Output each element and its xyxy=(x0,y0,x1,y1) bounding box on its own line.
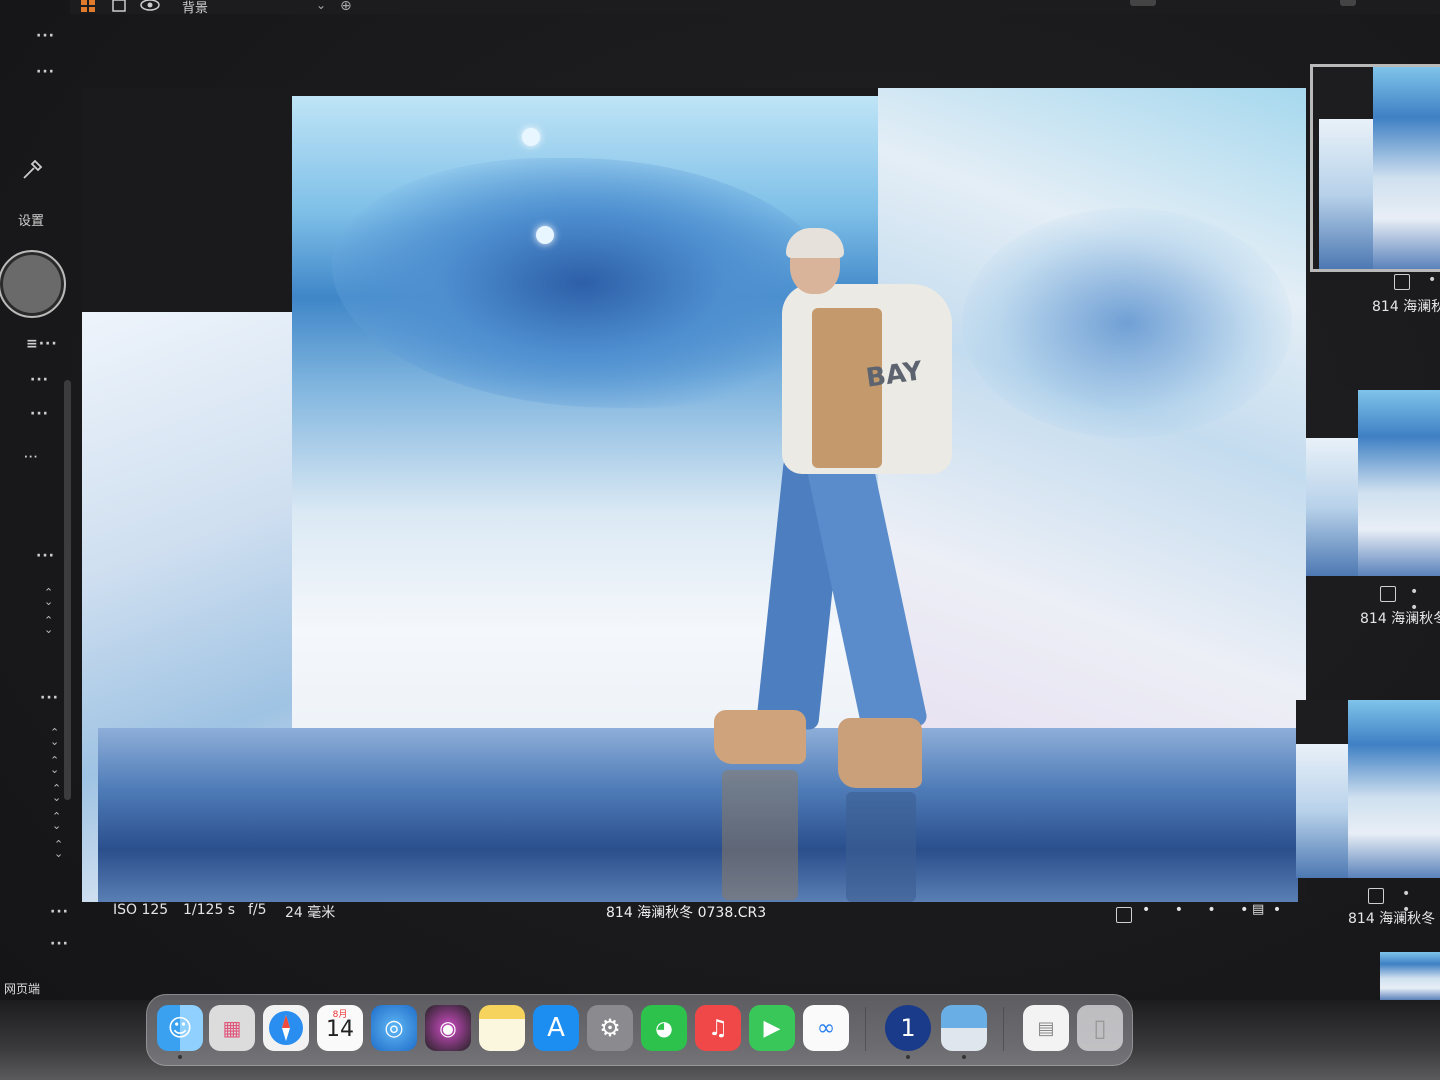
thumbnail-label: 814 海澜秋冬 xyxy=(1348,911,1436,927)
web-label[interactable]: 网页端 xyxy=(4,980,40,997)
stepper-icon[interactable]: ⌃ ⌄ xyxy=(44,587,53,607)
more-icon[interactable]: ··· xyxy=(50,936,69,952)
light-spot xyxy=(522,128,540,146)
safari-icon[interactable] xyxy=(263,1005,309,1051)
running-indicator xyxy=(178,1055,182,1059)
running-indicator xyxy=(906,1055,910,1059)
photo-info-bar: ISO 125 1/125 s f/5 24 毫米 814 海澜秋冬 0738.… xyxy=(82,902,1306,928)
app-store-icon[interactable]: A xyxy=(533,1005,579,1051)
chevron-down-icon[interactable]: ⌄ xyxy=(316,0,326,12)
calendar-icon[interactable]: 8月 14 xyxy=(317,1005,363,1051)
more-icon[interactable]: ··· xyxy=(30,406,49,422)
more-icon[interactable]: ··· xyxy=(36,28,55,44)
reflection xyxy=(722,770,798,900)
capture-button[interactable] xyxy=(0,250,66,318)
thumbnail-1[interactable] xyxy=(1310,64,1440,272)
notes-icon[interactable] xyxy=(479,1005,525,1051)
facetime-icon[interactable]: ▶ xyxy=(749,1005,795,1051)
stepper-icon[interactable]: ⊕ xyxy=(340,0,352,14)
boot xyxy=(714,710,806,764)
grid-view-icon[interactable] xyxy=(80,0,96,12)
toolbar-button-small[interactable] xyxy=(1340,0,1356,6)
settings-label[interactable]: 设置 xyxy=(18,210,44,229)
stepper-icon[interactable]: ⌃ ⌄ xyxy=(52,811,61,831)
document-icon[interactable]: ▤ xyxy=(1023,1005,1069,1051)
aperture-value: f/5 xyxy=(248,902,267,918)
stepper-icon[interactable]: ⌃ ⌄ xyxy=(54,839,63,859)
trash-icon[interactable]: ▯ xyxy=(1077,1005,1123,1051)
iso-value: ISO 125 xyxy=(113,902,169,918)
single-view-icon[interactable] xyxy=(112,0,126,12)
list-more-icon[interactable]: ≡··· xyxy=(26,336,58,352)
thumbnail-rating[interactable]: • xyxy=(1428,272,1440,288)
running-indicator xyxy=(962,1055,966,1059)
reflective-floor xyxy=(98,728,1298,902)
thumbnail-label: 814 海澜秋 xyxy=(1372,299,1440,315)
eyedropper-icon[interactable] xyxy=(20,158,44,182)
thumbnail-image xyxy=(1348,700,1440,878)
select-checkbox[interactable] xyxy=(1116,907,1132,923)
toolbar-button[interactable] xyxy=(1130,0,1156,6)
baidu-netdisk-icon[interactable]: ∞ xyxy=(803,1005,849,1051)
thumbnail-2[interactable] xyxy=(1306,390,1440,576)
thumbnail-label: 814 海澜秋冬 xyxy=(1360,611,1440,627)
netease-music-icon[interactable]: ♫ xyxy=(695,1005,741,1051)
eye-icon[interactable] xyxy=(140,0,160,12)
reflection xyxy=(846,792,916,902)
left-control-panel: ··· ··· 设置 ≡··· ··· ··· ··· ··· ⌃ ⌄ ⌃ ⌄ ··… xyxy=(0,14,82,997)
top-toolbar: 背景 ⌄ ⊕ xyxy=(70,0,1440,16)
more-icon[interactable]: ··· xyxy=(50,904,69,920)
launchpad-icon[interactable]: ▦ xyxy=(209,1005,255,1051)
thumbnail-image xyxy=(1306,438,1362,576)
light-spot xyxy=(536,226,554,244)
thumbnail-image xyxy=(1373,67,1440,269)
more-icon[interactable]: ··· xyxy=(24,452,38,463)
stepper-icon[interactable]: ⌃ ⌄ xyxy=(50,755,59,775)
star-rating[interactable]: • • • • • xyxy=(1142,902,1291,918)
finder-icon[interactable]: ☺ xyxy=(157,1005,203,1051)
preview-icon[interactable]: ◎ xyxy=(371,1005,417,1051)
background-dropdown-label[interactable]: 背景 xyxy=(182,0,208,16)
thumbnail-3[interactable] xyxy=(1296,700,1440,878)
thumbnail-image xyxy=(1358,390,1440,576)
thumbnail-checkbox[interactable] xyxy=(1394,274,1410,290)
wechat-icon[interactable]: ◕ xyxy=(641,1005,687,1051)
siri-icon[interactable]: ◉ xyxy=(425,1005,471,1051)
thumbnail-4[interactable] xyxy=(1380,952,1440,1000)
thumbnail-image xyxy=(1380,952,1440,1000)
stepper-icon[interactable]: ⌃ ⌄ xyxy=(52,783,61,803)
mountain-shape xyxy=(962,208,1292,438)
monitor-screen: 背景 ⌄ ⊕ ··· ··· 设置 ≡··· ··· ··· ··· ··· ⌃… xyxy=(0,0,1440,1080)
focal-length-value: 24 毫米 xyxy=(285,905,336,921)
photo-import-icon[interactable] xyxy=(941,1005,987,1051)
more-icon[interactable]: ··· xyxy=(30,372,49,388)
shutter-speed-value: 1/125 s xyxy=(183,902,236,918)
boot xyxy=(838,718,922,788)
dock-separator xyxy=(865,1007,866,1051)
thumbnail-image xyxy=(1296,744,1352,878)
thumbnail-checkbox[interactable] xyxy=(1380,586,1396,602)
calendar-day: 14 xyxy=(326,1017,354,1042)
more-icon[interactable]: ··· xyxy=(36,548,55,564)
stepper-icon[interactable]: ⌃ ⌄ xyxy=(44,615,53,635)
file-name: 814 海澜秋冬 0738.CR3 xyxy=(606,905,767,921)
stepper-icon[interactable]: ⌃ ⌄ xyxy=(50,727,59,747)
1password-icon[interactable]: 1 xyxy=(885,1005,931,1051)
dock-separator xyxy=(1003,1007,1004,1051)
details-menu-icon[interactable]: ▤ xyxy=(1252,902,1264,917)
more-icon[interactable]: ··· xyxy=(36,64,55,80)
system-settings-icon[interactable]: ⚙ xyxy=(587,1005,633,1051)
thumbnail-image xyxy=(1319,119,1377,269)
main-photo-viewer[interactable]: BAY xyxy=(82,88,1306,902)
more-icon[interactable]: ··· xyxy=(40,690,59,706)
dock: ☺ ▦ 8月 14 ◎ ◉ A ⚙ ◕ ♫ ▶ ∞ 1 ▤ ▯ xyxy=(146,994,1133,1066)
left-panel-scrollbar[interactable] xyxy=(64,380,71,800)
thumbnail-checkbox[interactable] xyxy=(1368,888,1384,904)
